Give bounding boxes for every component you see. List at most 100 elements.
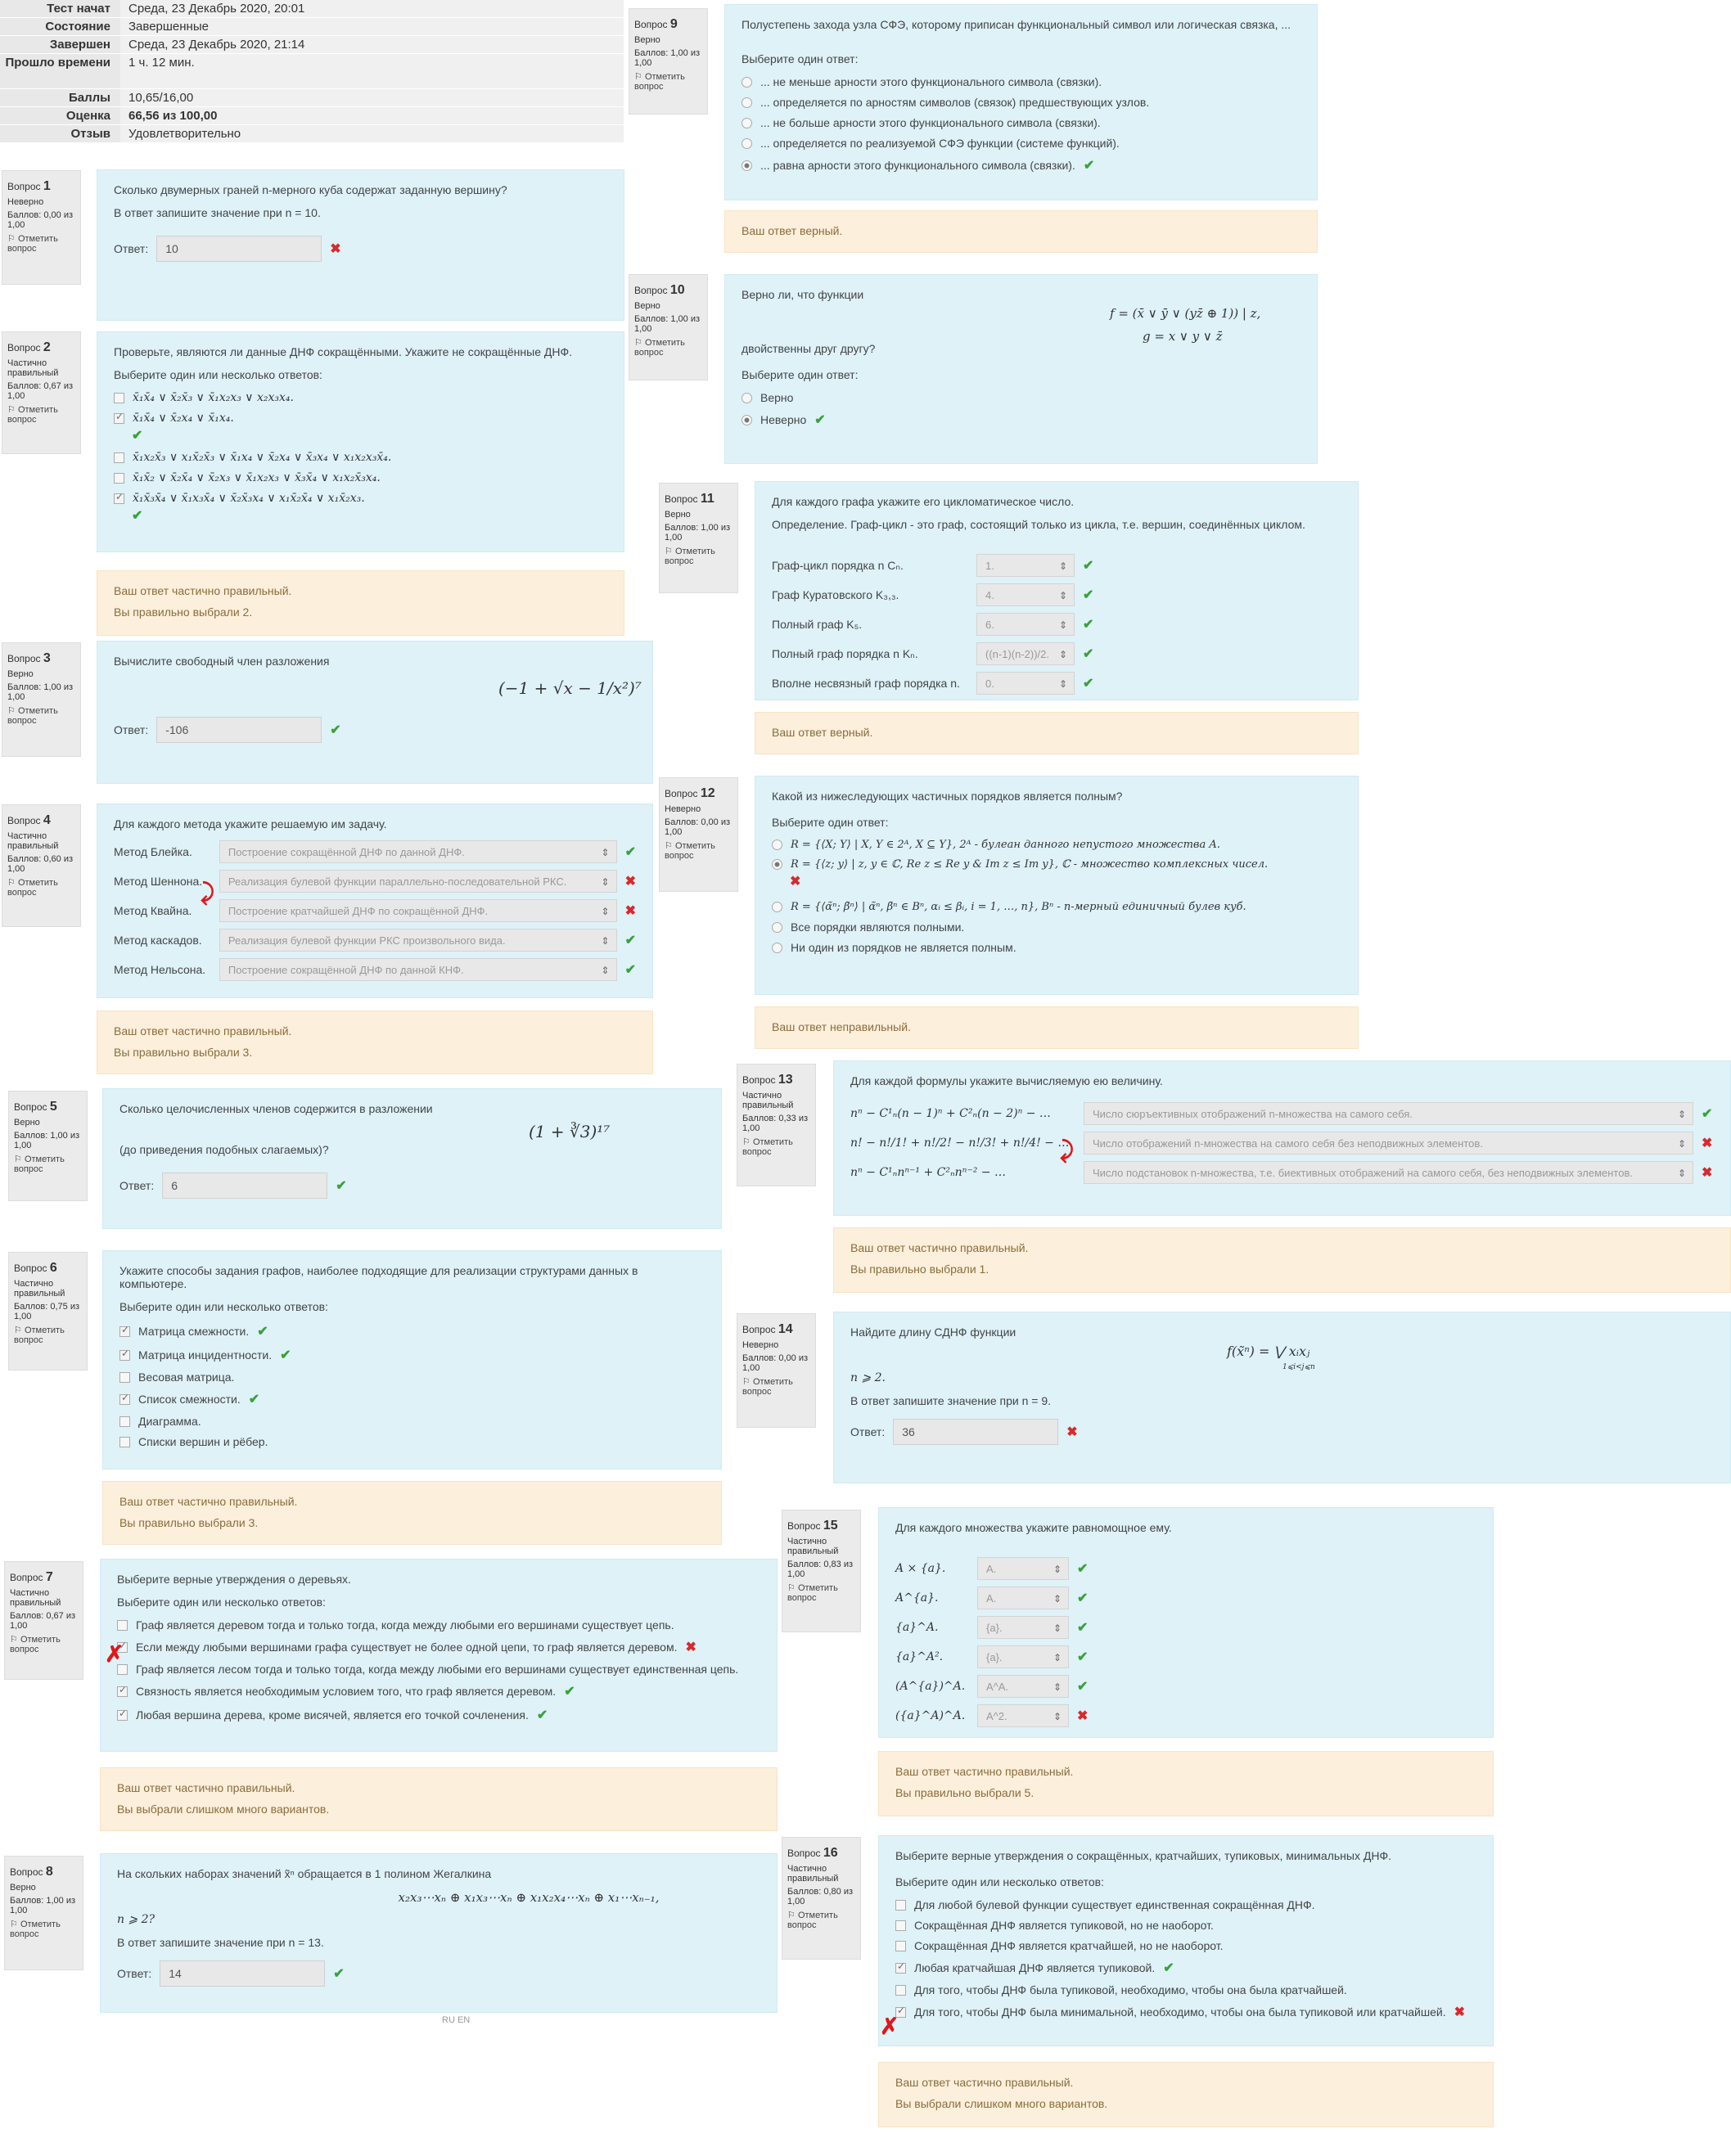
checkbox[interactable] xyxy=(119,1324,130,1337)
radio-button[interactable] xyxy=(772,902,782,912)
flag-question-button[interactable]: ⚐ Отметить вопрос xyxy=(742,1137,810,1157)
radio-button[interactable] xyxy=(772,942,782,953)
match-select[interactable]: Число отображений n-множества на самого … xyxy=(1084,1132,1693,1155)
match-select[interactable]: {a}. xyxy=(977,1645,1069,1668)
answer-option[interactable]: R = {⟨z; y⟩ | z, y ∈ ℂ, Re z ≤ Re y & Im… xyxy=(772,858,1341,871)
checkbox[interactable] xyxy=(895,1984,906,1996)
checkbox[interactable] xyxy=(895,1940,906,1951)
checkbox[interactable] xyxy=(119,1371,130,1383)
answer-input[interactable]: 6 xyxy=(162,1173,328,1199)
checkbox[interactable] xyxy=(117,1708,128,1721)
match-select[interactable]: Реализация булевой функции параллельно-п… xyxy=(219,870,617,893)
checkbox[interactable] xyxy=(119,1348,130,1361)
answer-option[interactable]: Если между любыми вершинами графа сущест… xyxy=(117,1639,760,1655)
checkbox[interactable] xyxy=(114,452,124,463)
answer-option[interactable]: Матрица смежности.✔ xyxy=(119,1323,705,1339)
answer-option[interactable]: x̄₁x₂x̄₃ ∨ x₁x̄₂x̄₃ ∨ x̄₁x₄ ∨ x̄₂x₄ ∨ x̄… xyxy=(114,451,607,464)
match-select[interactable]: 4. xyxy=(976,583,1075,606)
checkbox[interactable] xyxy=(117,1684,128,1697)
checkbox[interactable] xyxy=(119,1392,130,1405)
answer-option[interactable]: ... равна арности этого функционального … xyxy=(742,157,1301,173)
language-switcher[interactable]: RU EN xyxy=(442,2015,470,2025)
flag-question-button[interactable]: ⚐ Отметить вопрос xyxy=(7,877,75,898)
checkbox[interactable] xyxy=(114,411,124,424)
answer-option[interactable]: Все порядки являются полными. xyxy=(772,920,1341,934)
match-select[interactable]: 1. xyxy=(976,554,1075,577)
answer-option[interactable]: Для того, чтобы ДНФ была тупиковой, необ… xyxy=(895,1983,1476,1996)
answer-option[interactable]: ... определяется по реализуемой СФЭ функ… xyxy=(742,137,1301,150)
answer-input[interactable]: -106 xyxy=(156,717,322,743)
answer-option[interactable]: Списки вершин и рёбер. xyxy=(119,1435,705,1448)
checkbox[interactable] xyxy=(114,472,124,484)
checkbox[interactable] xyxy=(117,1619,128,1631)
flag-question-button[interactable]: ⚐ Отметить вопрос xyxy=(742,1376,810,1397)
answer-option[interactable]: Диаграмма. xyxy=(119,1415,705,1428)
match-select[interactable]: A. xyxy=(977,1587,1069,1609)
match-select[interactable]: Реализация булевой функции РКС произволь… xyxy=(219,929,617,952)
answer-option[interactable]: Связность является необходимым условием … xyxy=(117,1683,760,1699)
flag-question-button[interactable]: ⚐ Отметить вопрос xyxy=(665,546,733,566)
radio-button[interactable] xyxy=(742,76,752,88)
checkbox[interactable] xyxy=(119,1416,130,1427)
match-select[interactable]: {a}. xyxy=(977,1616,1069,1639)
flag-question-button[interactable]: ⚐ Отметить вопрос xyxy=(7,705,75,726)
flag-question-button[interactable]: ⚐ Отметить вопрос xyxy=(634,337,702,358)
answer-option[interactable]: Любая кратчайшая ДНФ является тупиковой.… xyxy=(895,1960,1476,1976)
match-select[interactable]: 0. xyxy=(976,672,1075,695)
flag-question-button[interactable]: ⚐ Отметить вопрос xyxy=(634,71,702,92)
radio-button[interactable] xyxy=(742,392,752,403)
checkbox[interactable] xyxy=(895,1960,906,1974)
answer-option[interactable]: x̄₁x̄₄ ∨ x̄₂x₄ ∨ x̄₁x₄. xyxy=(114,411,607,425)
answer-option[interactable]: R = {⟨α̃ⁿ; β̃ⁿ⟩ | α̃ⁿ, β̃ⁿ ∈ Bⁿ, αᵢ ≤ βᵢ… xyxy=(772,901,1341,913)
flag-question-button[interactable]: ⚐ Отметить вопрос xyxy=(14,1154,82,1174)
match-select[interactable]: A^2. xyxy=(977,1704,1069,1727)
answer-option[interactable]: Любая вершина дерева, кроме висячей, явл… xyxy=(117,1707,760,1723)
checkbox[interactable] xyxy=(895,1899,906,1911)
answer-option[interactable]: Ни один из порядков не является полным. xyxy=(772,941,1341,954)
match-select[interactable]: 6. xyxy=(976,613,1075,636)
answer-option[interactable]: Граф является деревом тогда и только тог… xyxy=(117,1618,760,1632)
radio-button[interactable] xyxy=(742,414,752,425)
flag-question-button[interactable]: ⚐ Отметить вопрос xyxy=(787,1910,855,1930)
radio-button[interactable] xyxy=(772,839,782,850)
answer-option[interactable]: Весовая матрица. xyxy=(119,1371,705,1384)
answer-input[interactable]: 14 xyxy=(160,1960,326,1987)
match-select[interactable]: Число подстановок n-множества, т.е. биек… xyxy=(1084,1161,1693,1184)
match-select[interactable]: Число сюръективных отображений n-множест… xyxy=(1084,1102,1693,1125)
radio-button[interactable] xyxy=(772,859,782,870)
radio-button[interactable] xyxy=(742,117,752,128)
match-select[interactable]: A. xyxy=(977,1557,1069,1580)
match-select[interactable]: A^A. xyxy=(977,1675,1069,1698)
answer-option[interactable]: Неверно ✔ xyxy=(742,412,1301,428)
checkbox[interactable] xyxy=(114,392,124,403)
answer-option[interactable]: ... не больше арности этого функциональн… xyxy=(742,116,1301,129)
answer-option[interactable]: Для того, чтобы ДНФ была минимальной, не… xyxy=(895,2004,1476,2020)
answer-option[interactable]: R = {⟨X; Y⟩ | X, Y ∈ 2ᴬ, X ⊆ Y}, 2ᴬ - бу… xyxy=(772,839,1341,851)
flag-question-button[interactable]: ⚐ Отметить вопрос xyxy=(787,1582,855,1603)
match-select[interactable]: Построение сокращённой ДНФ по данной КНФ… xyxy=(219,958,617,981)
match-select[interactable]: Построение сокращённой ДНФ по данной ДНФ… xyxy=(219,840,617,863)
flag-question-button[interactable]: ⚐ Отметить вопрос xyxy=(7,404,75,425)
answer-input[interactable]: 36 xyxy=(893,1419,1059,1445)
answer-option[interactable]: Сокращённая ДНФ является кратчайшей, но … xyxy=(895,1939,1476,1952)
radio-button[interactable] xyxy=(742,97,752,108)
answer-option[interactable]: x̄₁x̄₃x̄₄ ∨ x̄₁x₃x̄₄ ∨ x̄₂x̄₃x₄ ∨ x₁x̄₂x… xyxy=(114,491,607,505)
answer-option[interactable]: Для любой булевой функции существует еди… xyxy=(895,1898,1476,1911)
answer-option[interactable]: ... определяется по арностям символов (с… xyxy=(742,96,1301,109)
flag-question-button[interactable]: ⚐ Отметить вопрос xyxy=(7,233,75,254)
answer-option[interactable]: Список смежности.✔ xyxy=(119,1391,705,1407)
answer-option[interactable]: Граф является лесом тогда и только тогда… xyxy=(117,1663,760,1676)
answer-input[interactable]: 10 xyxy=(156,236,322,262)
answer-option[interactable]: Верно xyxy=(742,391,1301,404)
flag-question-button[interactable]: ⚐ Отметить вопрос xyxy=(10,1634,78,1654)
answer-option[interactable]: Сокращённая ДНФ является тупиковой, но н… xyxy=(895,1919,1476,1932)
radio-button[interactable] xyxy=(772,921,782,933)
flag-question-button[interactable]: ⚐ Отметить вопрос xyxy=(665,840,733,861)
answer-option[interactable]: x̄₁x̄₄ ∨ x̄₂x̄₃ ∨ x̄₁x₂x₃ ∨ x₂x₃x₄. xyxy=(114,391,607,404)
answer-option[interactable]: Матрица инцидентности.✔ xyxy=(119,1347,705,1363)
checkbox[interactable] xyxy=(895,1920,906,1931)
answer-option[interactable]: ... не меньше арности этого функциональн… xyxy=(742,75,1301,88)
match-select[interactable]: Построение кратчайшей ДНФ по сокращённой… xyxy=(219,899,617,922)
radio-button[interactable] xyxy=(742,137,752,149)
answer-option[interactable]: x̄₁x̄₂ ∨ x̄₂x̄₄ ∨ x̄₂x₃ ∨ x̄₁x₂x₃ ∨ x̄₃x… xyxy=(114,471,607,484)
